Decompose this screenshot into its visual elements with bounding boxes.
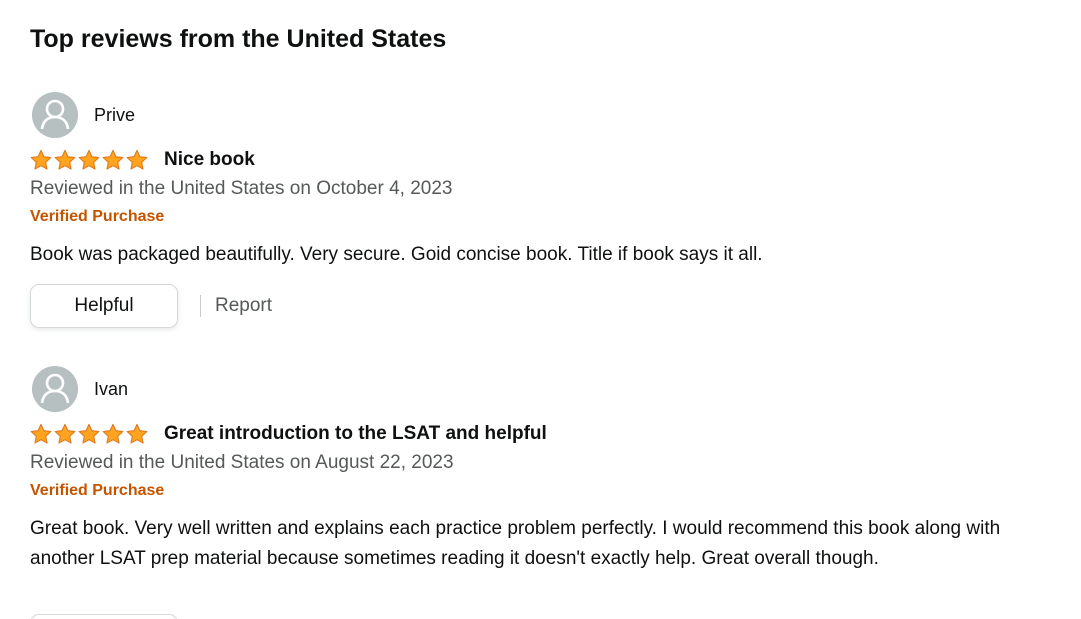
review-title[interactable]: Great introduction to the LSAT and helpf…	[164, 421, 547, 447]
star-filled-icon	[102, 423, 124, 445]
star-filled-icon	[78, 149, 100, 171]
star-rating[interactable]	[30, 423, 150, 445]
reviewer-profile[interactable]: Prive	[30, 92, 1060, 138]
reviews-page: Top reviews from the United States Prive…	[0, 0, 1081, 619]
verified-purchase-badge[interactable]: Verified Purchase	[30, 207, 1060, 227]
review-body: Book was packaged beautifully. Very secu…	[30, 244, 763, 265]
star-filled-icon	[126, 423, 148, 445]
star-filled-icon	[126, 149, 148, 171]
report-link[interactable]: Report	[215, 294, 272, 318]
verified-purchase-badge[interactable]: Verified Purchase	[30, 481, 1060, 501]
helpful-button[interactable]	[30, 614, 178, 619]
star-filled-icon	[102, 149, 124, 171]
star-filled-icon	[54, 149, 76, 171]
review-card: Prive Nice book Reviewed in the United S…	[30, 92, 1060, 328]
reviewer-profile[interactable]: Ivan	[30, 366, 1060, 412]
rating-row: Nice book	[30, 145, 1060, 175]
review-date: Reviewed in the United States on October…	[30, 178, 453, 199]
star-rating[interactable]	[30, 149, 150, 171]
star-filled-icon	[30, 423, 52, 445]
review-date: Reviewed in the United States on August …	[30, 452, 454, 473]
review-card: Ivan Great introduction to the LSAT and …	[30, 366, 1060, 574]
helpful-button[interactable]: Helpful	[30, 284, 178, 328]
avatar-icon[interactable]	[32, 92, 78, 138]
star-filled-icon	[78, 423, 100, 445]
section-title: Top reviews from the United States	[30, 25, 447, 53]
avatar-icon[interactable]	[32, 366, 78, 412]
reviewer-name[interactable]: Prive	[94, 104, 135, 126]
review-body: Great book. Very well written and explai…	[30, 518, 1001, 569]
star-filled-icon	[30, 149, 52, 171]
action-divider	[200, 295, 201, 317]
review-title[interactable]: Nice book	[164, 147, 255, 173]
star-filled-icon	[54, 423, 76, 445]
rating-row: Great introduction to the LSAT and helpf…	[30, 419, 1060, 449]
reviewer-name[interactable]: Ivan	[94, 378, 128, 400]
review-actions: Helpful Report	[30, 284, 1060, 328]
